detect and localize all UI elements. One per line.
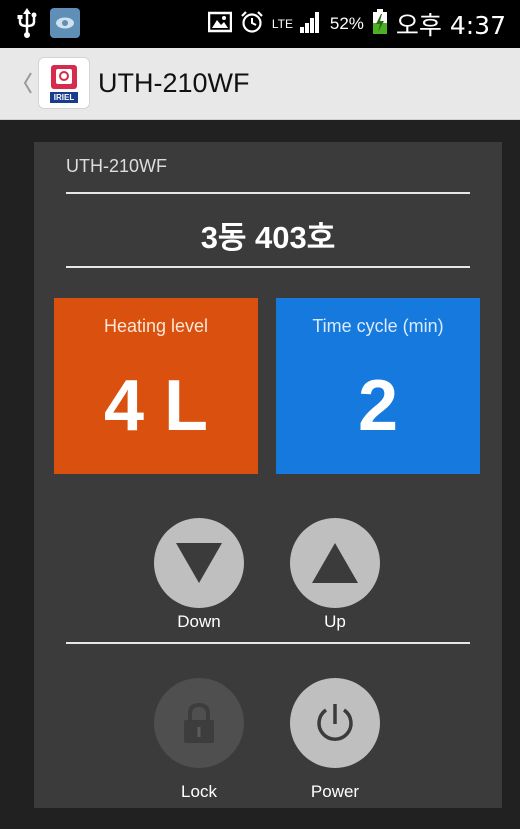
time-cycle-value: 2 bbox=[357, 366, 399, 446]
lock-button[interactable] bbox=[154, 678, 244, 768]
status-bar: LTE 52% 오후 4:37 bbox=[0, 0, 520, 48]
room-title: 3동 403호 bbox=[200, 220, 336, 255]
heating-level-value: 4 L bbox=[103, 366, 209, 446]
down-label: Down bbox=[177, 612, 221, 631]
time-cycle-tile: Time cycle (min) 2 bbox=[276, 298, 480, 474]
power-label: Power bbox=[310, 782, 360, 801]
clock: 오후 4:37 bbox=[395, 11, 506, 40]
time-cycle-label: Time cycle (min) bbox=[312, 316, 444, 336]
power-icon bbox=[317, 704, 353, 741]
action-bar: IRIEL UTH-210WF bbox=[0, 48, 520, 120]
up-label: Up bbox=[324, 612, 346, 631]
divider bbox=[66, 642, 470, 644]
battery-charging-icon bbox=[372, 8, 388, 40]
lte-icon: LTE bbox=[271, 17, 293, 31]
usb-icon bbox=[16, 8, 38, 38]
triangle-down-icon bbox=[176, 543, 222, 583]
up-button[interactable] bbox=[290, 518, 380, 608]
alarm-icon bbox=[240, 10, 264, 39]
heating-level-tile: Heating level 4 L bbox=[54, 298, 258, 474]
signal-icon bbox=[298, 10, 322, 39]
status-left bbox=[16, 8, 80, 38]
status-right: LTE 52% 오후 4:37 bbox=[207, 6, 506, 42]
notification-image-icon bbox=[50, 8, 80, 38]
picture-icon bbox=[207, 11, 233, 38]
triangle-up-icon bbox=[312, 543, 358, 583]
up-caret-icon[interactable] bbox=[23, 72, 33, 99]
app-logo-badge: IRIEL bbox=[49, 91, 79, 103]
app-logo-icon[interactable]: IRIEL bbox=[38, 57, 90, 109]
down-button[interactable] bbox=[154, 518, 244, 608]
device-name: UTH-210WF bbox=[66, 156, 168, 176]
lock-icon bbox=[184, 702, 214, 743]
power-button[interactable] bbox=[290, 678, 380, 768]
divider bbox=[66, 192, 470, 194]
battery-percent: 52% bbox=[329, 14, 364, 33]
divider bbox=[66, 266, 470, 268]
lock-label: Lock bbox=[181, 782, 217, 801]
heating-level-label: Heating level bbox=[103, 316, 209, 336]
app-title: UTH-210WF bbox=[98, 68, 250, 98]
